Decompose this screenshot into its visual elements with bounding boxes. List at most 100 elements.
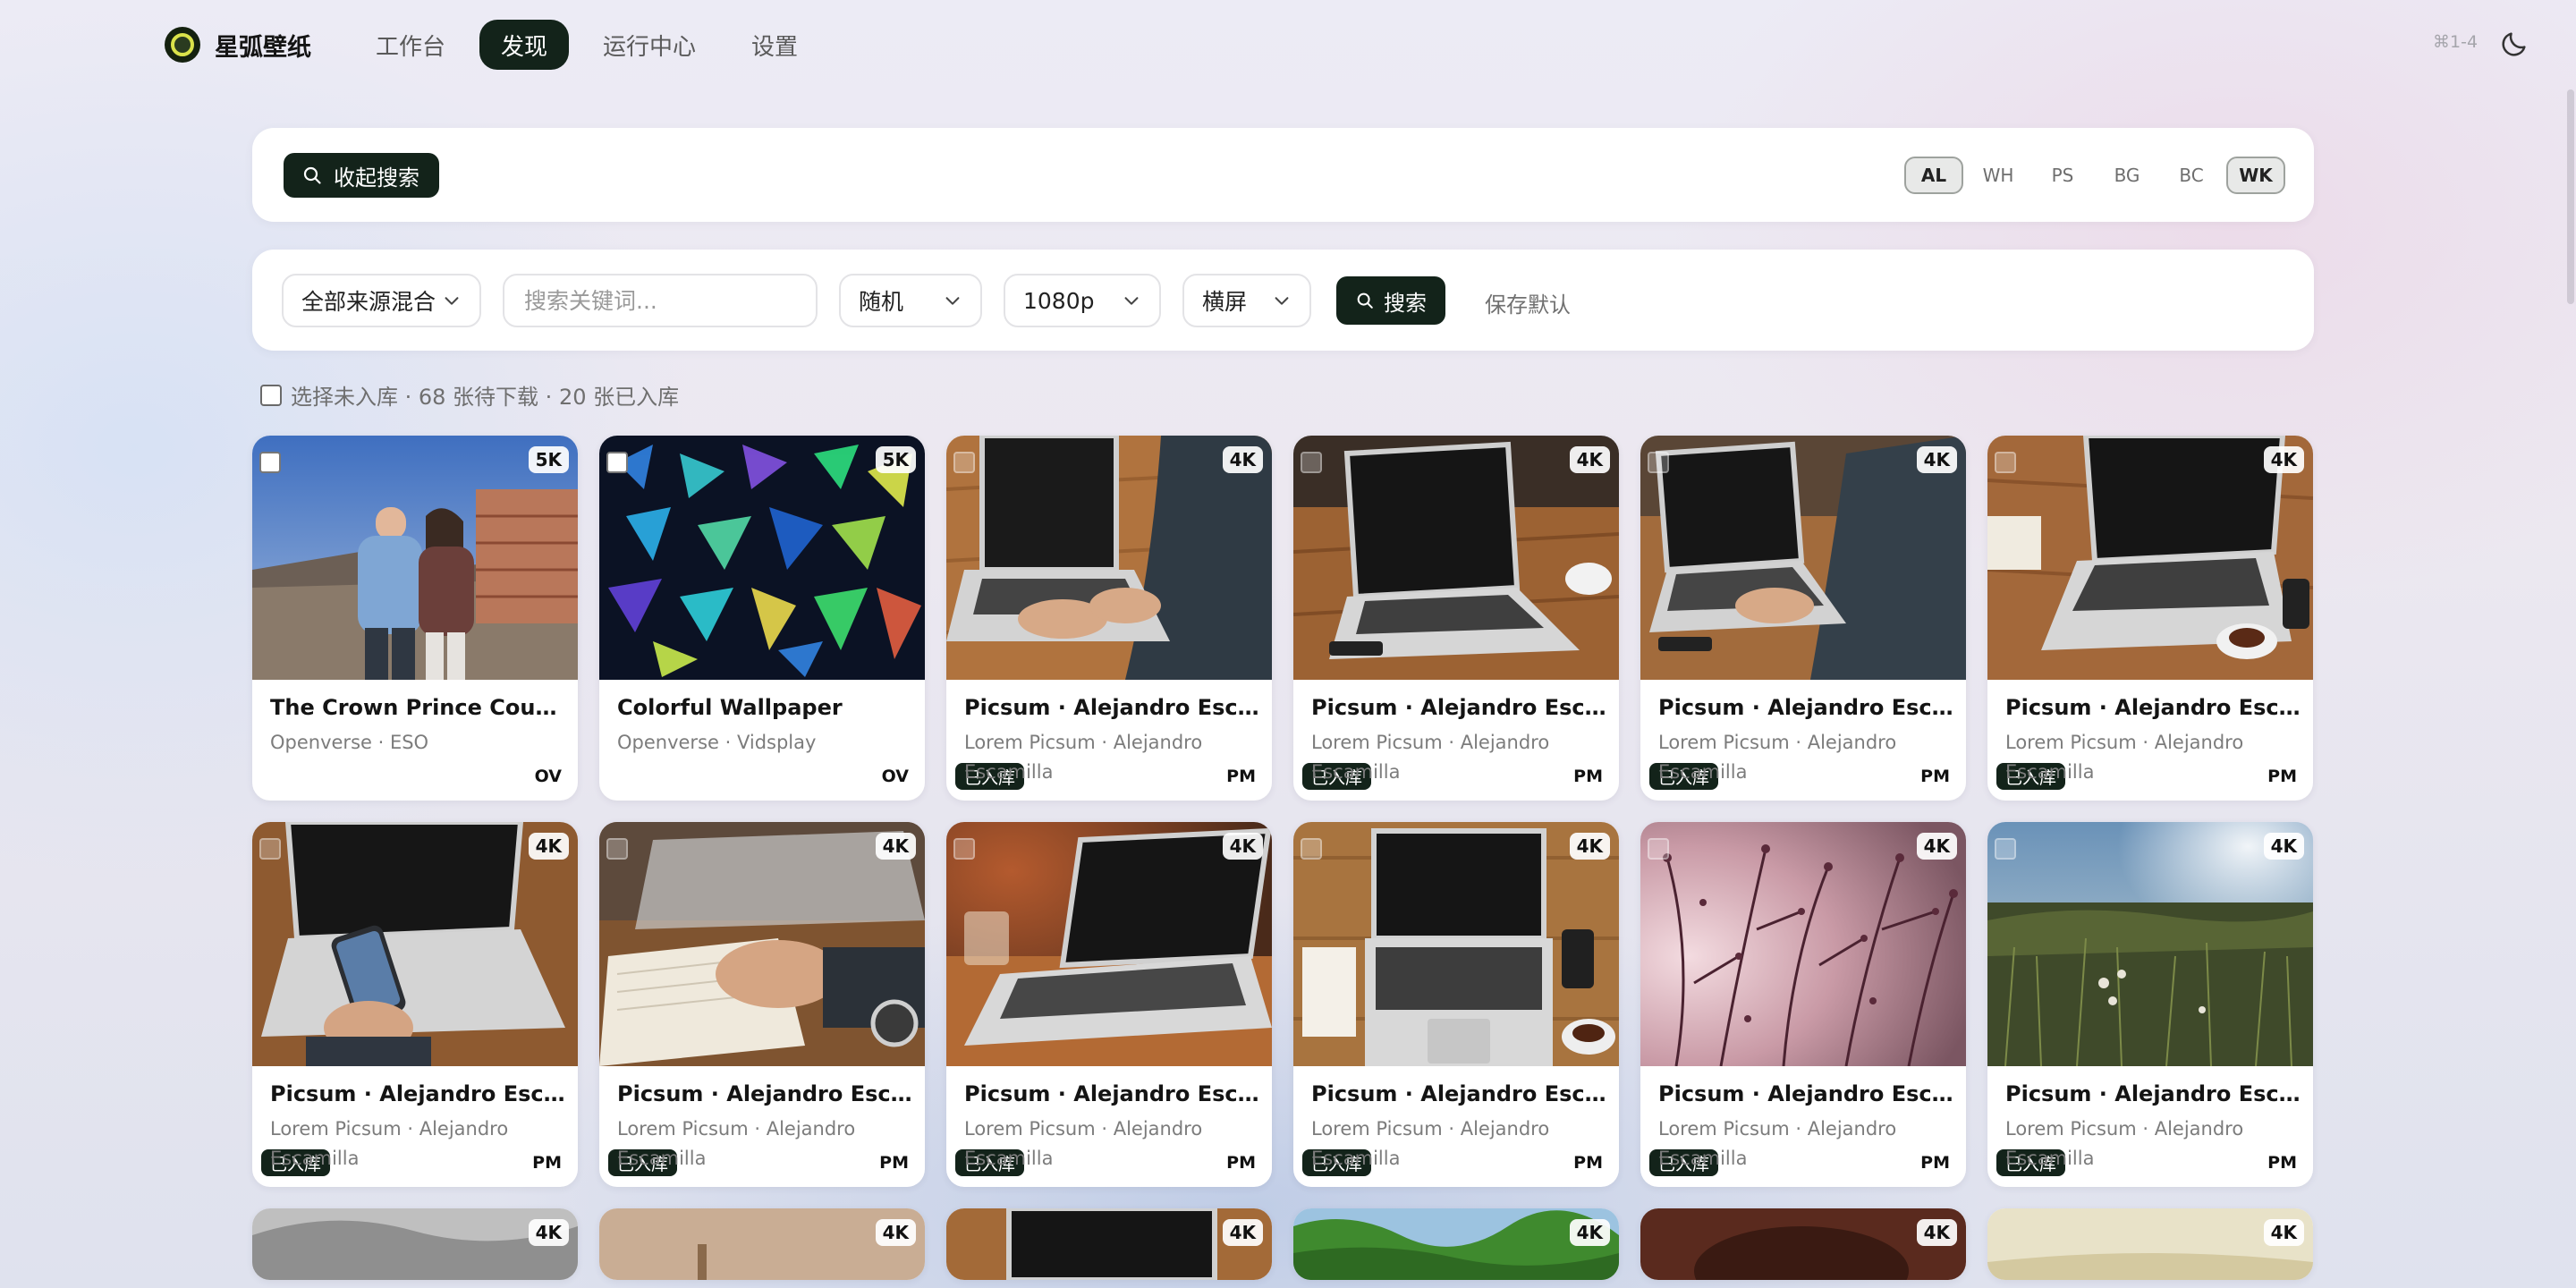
wallpaper-thumbnail[interactable]	[599, 436, 925, 680]
wallpaper-source: Lorem Picsum · Alejandro Escamilla	[1311, 1118, 1550, 1169]
wallpaper-thumbnail[interactable]	[1987, 436, 2313, 680]
resolution-badge: 4K	[1569, 446, 1610, 473]
wallpaper-thumbnail[interactable]	[599, 822, 925, 1066]
wallpaper-thumbnail[interactable]	[1640, 436, 1966, 680]
source-tab-al[interactable]: AL	[1904, 157, 1963, 194]
wallpaper-card[interactable]: 4K 已入库 PM Picsum · Alejandro Escamilla L…	[1293, 436, 1619, 801]
wallpaper-source: Openverse · ESO	[270, 732, 429, 753]
wallpaper-source: Lorem Picsum · Alejandro Escamilla	[1658, 1118, 1897, 1169]
select-checkbox[interactable]	[1995, 452, 2016, 473]
wallpaper-title: Picsum · Alejandro Escamilla	[1311, 1081, 1606, 1106]
wallpaper-title: Picsum · Alejandro Escamilla	[2005, 695, 2301, 720]
wallpaper-card[interactable]: 4K 已入库 PM Picsum · Alejandro Escamilla L…	[946, 436, 1272, 801]
search-button[interactable]: 搜索	[1336, 276, 1445, 325]
wallpaper-source: Lorem Picsum · Alejandro Escamilla	[2005, 732, 2244, 783]
source-tab-bc[interactable]: BC	[2162, 157, 2221, 194]
resolution-badge: 4K	[1916, 833, 1957, 860]
resolution-value: 1080p	[1023, 287, 1095, 314]
wallpaper-title: Picsum · Alejandro Escamilla	[1311, 695, 1606, 720]
select-checkbox[interactable]	[259, 452, 281, 473]
wallpaper-source: Lorem Picsum · Alejandro Escamilla	[964, 1118, 1203, 1169]
sort-select[interactable]: 随机	[839, 274, 982, 327]
search-icon	[303, 166, 321, 184]
moon-icon[interactable]	[2499, 29, 2529, 59]
selection-status-text: 选择未入库 · 68 张待下载 · 20 张已入库	[291, 385, 680, 410]
orientation-select[interactable]: 横屏	[1182, 274, 1311, 327]
wallpaper-thumbnail[interactable]	[1987, 822, 2313, 1066]
select-checkbox[interactable]	[606, 838, 628, 860]
wallpaper-source: Lorem Picsum · Alejandro Escamilla	[270, 1118, 509, 1169]
wallpaper-card[interactable]: 4K 已入库 PM Picsum · Alejandro Escamilla L…	[946, 822, 1272, 1187]
select-checkbox[interactable]	[1301, 452, 1322, 473]
nav-tab-run-center[interactable]: 运行中心	[581, 20, 717, 70]
resolution-badge: 4K	[1222, 446, 1263, 473]
select-checkbox[interactable]	[259, 838, 281, 860]
source-mode-select[interactable]: 全部来源混合	[282, 274, 481, 327]
wallpaper-card[interactable]: 4K	[1640, 1208, 1966, 1280]
selection-status: 选择未入库 · 68 张待下载 · 20 张已入库	[260, 379, 679, 411]
wallpaper-card[interactable]: 4K 已入库 PM Picsum · Alejandro Escamilla L…	[1640, 822, 1966, 1187]
wallpaper-card[interactable]: 4K	[1293, 1208, 1619, 1280]
wallpaper-card[interactable]: 5K OV The Crown Prince Couple o... Openv…	[252, 436, 578, 801]
wallpaper-card[interactable]: 4K 已入库 PM Picsum · Alejandro Escamilla L…	[599, 822, 925, 1187]
source-tabs: AL WH PS BG BC WK	[1904, 157, 2285, 194]
collapse-search-button[interactable]: 收起搜索	[284, 153, 439, 198]
page-scrollbar[interactable]	[2567, 89, 2574, 304]
save-default-button[interactable]: 保存默认	[1485, 287, 1571, 318]
wallpaper-card[interactable]: 4K	[946, 1208, 1272, 1280]
wallpaper-card[interactable]: 4K	[252, 1208, 578, 1280]
wallpaper-card[interactable]: 5K OV Colorful Wallpaper Openverse · Vid…	[599, 436, 925, 801]
nav-tab-settings[interactable]: 设置	[730, 20, 819, 70]
keyword-search-input[interactable]	[503, 274, 818, 327]
wallpaper-card[interactable]: 4K 已入库 PM Picsum · Alejandro Escamilla L…	[1987, 822, 2313, 1187]
resolution-badge: 4K	[875, 1219, 916, 1246]
wallpaper-card[interactable]: 4K 已入库 PM Picsum · Alejandro Escamilla L…	[252, 822, 578, 1187]
source-tab-wk[interactable]: WK	[2226, 157, 2285, 194]
wallpaper-card[interactable]: 4K 已入库 PM Picsum · Alejandro Escamilla L…	[1987, 436, 2313, 801]
wallpaper-thumbnail[interactable]	[946, 436, 1272, 680]
wallpaper-thumbnail[interactable]	[1293, 1208, 1619, 1280]
source-tab-wh[interactable]: WH	[1969, 157, 2028, 194]
wallpaper-title: Picsum · Alejandro Escamilla	[270, 1081, 565, 1106]
wallpaper-thumbnail[interactable]	[1987, 1208, 2313, 1280]
wallpaper-thumbnail[interactable]	[252, 1208, 578, 1280]
resolution-badge: 5K	[875, 446, 916, 473]
resolution-select[interactable]: 1080p	[1004, 274, 1161, 327]
select-checkbox[interactable]	[1648, 452, 1669, 473]
wallpaper-source: Lorem Picsum · Alejandro Escamilla	[1311, 732, 1550, 783]
wallpaper-thumbnail[interactable]	[1640, 1208, 1966, 1280]
resolution-badge: 4K	[875, 833, 916, 860]
nav-tab-workbench[interactable]: 工作台	[354, 20, 467, 70]
wallpaper-card[interactable]: 4K 已入库 PM Picsum · Alejandro Escamilla L…	[1640, 436, 1966, 801]
wallpaper-card[interactable]: 4K 已入库 PM Picsum · Alejandro Escamilla L…	[1293, 822, 1619, 1187]
wallpaper-card[interactable]: 4K	[599, 1208, 925, 1280]
wallpaper-thumbnail[interactable]	[252, 436, 578, 680]
top-nav-bar: 星弧壁纸 工作台 发现 运行中心 设置 ⌘1-4	[0, 0, 2576, 89]
select-checkbox[interactable]	[953, 452, 975, 473]
wallpaper-thumbnail[interactable]	[1293, 822, 1619, 1066]
wallpaper-thumbnail[interactable]	[1293, 436, 1619, 680]
select-checkbox[interactable]	[953, 838, 975, 860]
wallpaper-thumbnail[interactable]	[946, 1208, 1272, 1280]
wallpaper-title: Picsum · Alejandro Escamilla	[1658, 695, 1953, 720]
select-unstored-checkbox[interactable]	[260, 384, 282, 406]
search-button-label: 搜索	[1384, 290, 1427, 316]
filter-panel: 全部来源混合 随机 1080p 横屏 搜索 保存默认	[252, 250, 2314, 351]
source-tab-bg[interactable]: BG	[2097, 157, 2157, 194]
wallpaper-card[interactable]: 4K	[1987, 1208, 2313, 1280]
select-checkbox[interactable]	[1648, 838, 1669, 860]
wallpaper-thumbnail[interactable]	[946, 822, 1272, 1066]
wallpaper-source: Lorem Picsum · Alejandro Escamilla	[2005, 1118, 2244, 1169]
wallpaper-thumbnail[interactable]	[1640, 822, 1966, 1066]
resolution-badge: 4K	[1569, 833, 1610, 860]
wallpaper-thumbnail[interactable]	[252, 822, 578, 1066]
select-checkbox[interactable]	[1301, 838, 1322, 860]
wallpaper-grid: 5K OV The Crown Prince Couple o... Openv…	[252, 436, 2314, 1280]
wallpaper-thumbnail[interactable]	[599, 1208, 925, 1280]
brand[interactable]: 星弧壁纸	[165, 25, 311, 64]
select-checkbox[interactable]	[1995, 838, 2016, 860]
wallpaper-source: Openverse · Vidsplay	[617, 732, 817, 753]
nav-tab-discover[interactable]: 发现	[479, 20, 570, 70]
source-tab-ps[interactable]: PS	[2033, 157, 2092, 194]
select-checkbox[interactable]	[606, 452, 628, 473]
